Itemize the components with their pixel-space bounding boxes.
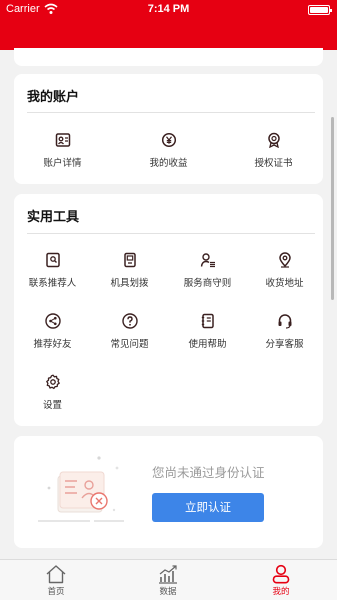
- share-support-item[interactable]: 分享客服: [246, 313, 323, 350]
- usage-help-item[interactable]: 使用帮助: [169, 313, 246, 350]
- recommend-friend-label: 推荐好友: [33, 339, 72, 350]
- notebook-icon: [201, 313, 214, 329]
- share-icon: [44, 313, 61, 329]
- question-icon: [121, 313, 138, 329]
- settings-item[interactable]: 设置: [14, 374, 91, 411]
- contact-referrer-item[interactable]: 联系推荐人: [14, 252, 91, 289]
- usage-help-label: 使用帮助: [188, 339, 227, 350]
- tab-home[interactable]: 首页: [26, 564, 86, 597]
- account-detail-label: 账户详情: [43, 158, 82, 169]
- account-detail-icon: [55, 133, 70, 147]
- header-background: [0, 20, 337, 50]
- chart-icon: [159, 565, 177, 584]
- battery-icon: [308, 5, 332, 15]
- account-divider: [27, 112, 315, 113]
- recommend-friend-item[interactable]: 推荐好友: [14, 313, 91, 350]
- home-icon: [46, 565, 66, 584]
- verify-now-button[interactable]: 立即认证: [152, 493, 264, 522]
- account-card: 我的账户 账户详情 我的收益 授权证书: [14, 74, 323, 184]
- certificate-item[interactable]: 授权证书: [235, 132, 312, 169]
- tab-data-label: 数据: [159, 587, 177, 597]
- settings-label: 设置: [42, 400, 62, 411]
- certificate-label: 授权证书: [254, 158, 293, 169]
- earnings-icon: [161, 132, 176, 148]
- identity-verification-card: 您尚未通过身份认证 立即认证: [14, 436, 323, 548]
- account-section-title: 我的账户: [27, 90, 80, 105]
- user-icon: [272, 564, 290, 584]
- tab-mine[interactable]: 我的: [251, 564, 311, 597]
- profile-card-bottom: [14, 48, 323, 66]
- tools-card: 实用工具 联系推荐人 机具划拨 服务商守则 收货地址 推荐好友 常见问题 使用帮…: [14, 194, 323, 426]
- provider-rules-label: 服务商守则: [183, 278, 232, 289]
- shipping-address-item[interactable]: 收货地址: [246, 252, 323, 289]
- faq-label: 常见问题: [110, 339, 149, 350]
- location-pin-icon: [278, 252, 291, 268]
- verification-status-text: 您尚未通过身份认证: [152, 465, 265, 480]
- earnings-label: 我的收益: [149, 158, 188, 169]
- provider-rules-item[interactable]: 服务商守则: [169, 252, 246, 289]
- provider-rules-icon: [200, 253, 215, 268]
- status-bar: Carrier 7:14 PM: [0, 0, 337, 20]
- id-card-illustration: [38, 456, 124, 522]
- tools-section-title: 实用工具: [27, 210, 80, 225]
- status-time: 7:14 PM: [147, 3, 190, 15]
- certificate-icon: [267, 132, 280, 148]
- tab-data[interactable]: 数据: [138, 564, 198, 597]
- share-support-label: 分享客服: [265, 339, 304, 350]
- contact-referrer-label: 联系推荐人: [28, 278, 77, 289]
- device-transfer-icon: [123, 252, 136, 268]
- account-detail-item[interactable]: 账户详情: [24, 132, 101, 169]
- scrollbar[interactable]: [331, 117, 334, 300]
- faq-item[interactable]: 常见问题: [91, 313, 168, 350]
- earnings-item[interactable]: 我的收益: [130, 132, 207, 169]
- contact-referrer-icon: [45, 252, 60, 268]
- headset-icon: [278, 314, 291, 329]
- device-transfer-label: 机具划拨: [110, 278, 149, 289]
- tools-divider: [27, 233, 315, 234]
- tab-bar: 首页 数据 我的: [0, 559, 337, 600]
- tab-home-label: 首页: [47, 587, 65, 597]
- tab-mine-label: 我的: [272, 587, 290, 597]
- gear-icon: [45, 374, 60, 390]
- shipping-address-label: 收货地址: [265, 278, 304, 289]
- device-transfer-item[interactable]: 机具划拨: [91, 252, 168, 289]
